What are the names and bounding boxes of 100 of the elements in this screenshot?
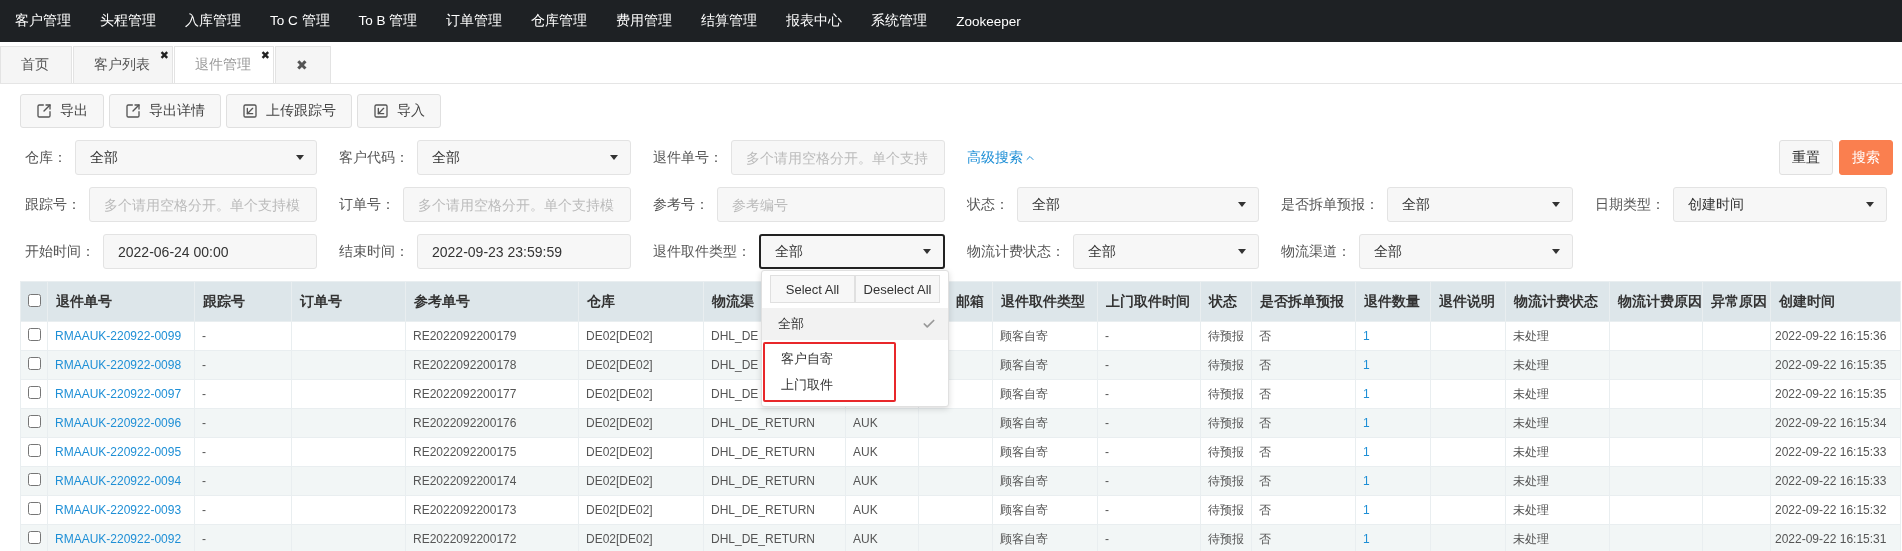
- table-cell: DHL_DE_RETURN: [703, 408, 846, 438]
- tab[interactable]: 退件管理 ✖: [174, 46, 274, 83]
- table-cell: 顾客自寄: [992, 408, 1098, 438]
- field-label: 仓库：: [25, 148, 67, 167]
- tab[interactable]: 首页: [0, 46, 72, 83]
- table-cell: 待预报: [1200, 350, 1252, 380]
- link-cell[interactable]: 1: [1355, 495, 1431, 525]
- row-checkbox[interactable]: [27, 444, 41, 457]
- field-label: 开始时间：: [25, 242, 95, 261]
- table-cell: 待预报: [1200, 321, 1252, 351]
- link-cell[interactable]: RMAAUK-220922-0097: [47, 379, 195, 409]
- nav-item[interactable]: 系统管理: [858, 12, 941, 30]
- dropdown-option[interactable]: 全部: [762, 308, 948, 340]
- toolbar-button[interactable]: 导入: [357, 94, 441, 128]
- table-cell: -: [1097, 379, 1201, 409]
- table-cell: 否: [1251, 408, 1356, 438]
- nav-item[interactable]: 头程管理: [87, 12, 169, 30]
- row-checkbox[interactable]: [27, 357, 41, 370]
- link-cell[interactable]: 1: [1355, 321, 1431, 351]
- text-input[interactable]: 多个请用空格分开。单个支持: [731, 140, 945, 175]
- nav-item[interactable]: 结算管理: [688, 12, 771, 30]
- caret-icon: [610, 155, 618, 160]
- table-cell: 2022-09-22 16:15:32: [1770, 495, 1901, 525]
- caret-icon: [1238, 249, 1246, 254]
- select-all-button[interactable]: Select All: [770, 275, 855, 303]
- column-header: 上门取件时间: [1097, 281, 1201, 322]
- tab[interactable]: ✖: [275, 46, 331, 83]
- column-header: 状态: [1200, 281, 1252, 322]
- table-cell: -: [1097, 466, 1201, 496]
- table-cell: 顾客自寄: [992, 466, 1098, 496]
- nav-item[interactable]: To C 管理: [257, 12, 343, 30]
- select-field[interactable]: 全部: [1073, 234, 1259, 269]
- reset-button[interactable]: 重置: [1779, 140, 1833, 175]
- nav-item[interactable]: Zookeeper: [943, 13, 1034, 29]
- text-input[interactable]: 参考编号: [717, 187, 945, 222]
- table-cell: RE2022092200175: [405, 437, 579, 467]
- toolbar-button[interactable]: 上传跟踪号: [226, 94, 352, 128]
- select-all-checkbox[interactable]: [27, 293, 41, 307]
- table-cell: 顾客自寄: [992, 379, 1098, 409]
- table-cell: DE02[DE02]: [578, 466, 704, 496]
- table-cell: 否: [1251, 379, 1356, 409]
- table-cell: AUK: [845, 466, 919, 496]
- link-cell[interactable]: 1: [1355, 437, 1431, 467]
- select-field[interactable]: 创建时间: [1673, 187, 1887, 222]
- nav-item[interactable]: 入库管理: [172, 12, 254, 30]
- text-input[interactable]: 2022-09-23 23:59:59: [417, 234, 631, 269]
- table-cell: -: [194, 350, 292, 380]
- column-header: 退件取件类型: [992, 281, 1098, 322]
- text-input[interactable]: 多个请用空格分开。单个支持模: [89, 187, 317, 222]
- nav-item[interactable]: To B 管理: [345, 12, 431, 30]
- nav-item[interactable]: 报表中心: [773, 12, 856, 30]
- table-cell: 待预报: [1200, 379, 1252, 409]
- advanced-search-link[interactable]: 高级搜索: [967, 148, 1036, 167]
- select-field[interactable]: 全部: [1387, 187, 1573, 222]
- table-cell: 否: [1251, 321, 1356, 351]
- link-cell[interactable]: 1: [1355, 379, 1431, 409]
- table-cell: 顾客自寄: [992, 350, 1098, 380]
- field-label: 日期类型：: [1595, 195, 1665, 214]
- select-field[interactable]: 全部: [417, 140, 631, 175]
- link-cell[interactable]: RMAAUK-220922-0099: [47, 321, 195, 351]
- nav-item[interactable]: 客户管理: [2, 12, 84, 30]
- table-cell: 未处理: [1505, 350, 1610, 380]
- close-tab-mark[interactable]: ✖: [260, 49, 270, 62]
- table-cell: AUK: [845, 408, 919, 438]
- select-field[interactable]: 全部: [1359, 234, 1573, 269]
- table-cell: -: [194, 466, 292, 496]
- deselect-all-button[interactable]: Deselect All: [855, 275, 940, 303]
- nav-item[interactable]: 费用管理: [603, 12, 686, 30]
- column-header: 参考单号: [405, 281, 579, 322]
- text-input[interactable]: 2022-06-24 00:00: [103, 234, 317, 269]
- field-label: 订单号：: [339, 195, 395, 214]
- table-cell: -: [194, 379, 292, 409]
- table-cell: DE02[DE02]: [578, 408, 704, 438]
- table-cell: -: [194, 495, 292, 525]
- row-checkbox[interactable]: [27, 386, 41, 399]
- table-cell: 否: [1251, 437, 1356, 467]
- close-tab-mark[interactable]: ✖: [159, 49, 169, 62]
- column-header: 是否拆单预报: [1251, 281, 1356, 322]
- table-cell: 待预报: [1200, 408, 1252, 438]
- row-checkbox[interactable]: [27, 531, 41, 544]
- row-checkbox[interactable]: [27, 328, 41, 341]
- table-cell: 2022-09-22 16:15:33: [1770, 437, 1901, 467]
- nav-item[interactable]: 仓库管理: [518, 12, 601, 30]
- caret-icon: [1866, 202, 1874, 207]
- text-input[interactable]: 多个请用空格分开。单个支持模: [403, 187, 631, 222]
- tab[interactable]: 客户列表 ✖: [73, 46, 173, 83]
- row-checkbox[interactable]: [27, 473, 41, 486]
- toolbar-button[interactable]: 导出详情: [109, 94, 221, 128]
- column-header: 仓库: [578, 281, 704, 322]
- row-checkbox[interactable]: [27, 415, 41, 428]
- link-cell[interactable]: RMAAUK-220922-0093: [47, 495, 195, 525]
- select-field[interactable]: 全部: [75, 140, 317, 175]
- select-field[interactable]: 全部: [1017, 187, 1259, 222]
- table-cell: 未处理: [1505, 321, 1610, 351]
- link-cell[interactable]: RMAAUK-220922-0095: [47, 437, 195, 467]
- table-cell: -: [194, 408, 292, 438]
- row-checkbox[interactable]: [27, 502, 41, 515]
- toolbar-button[interactable]: 导出: [20, 94, 104, 128]
- table-cell: 顾客自寄: [992, 321, 1098, 351]
- nav-item[interactable]: 订单管理: [433, 12, 516, 30]
